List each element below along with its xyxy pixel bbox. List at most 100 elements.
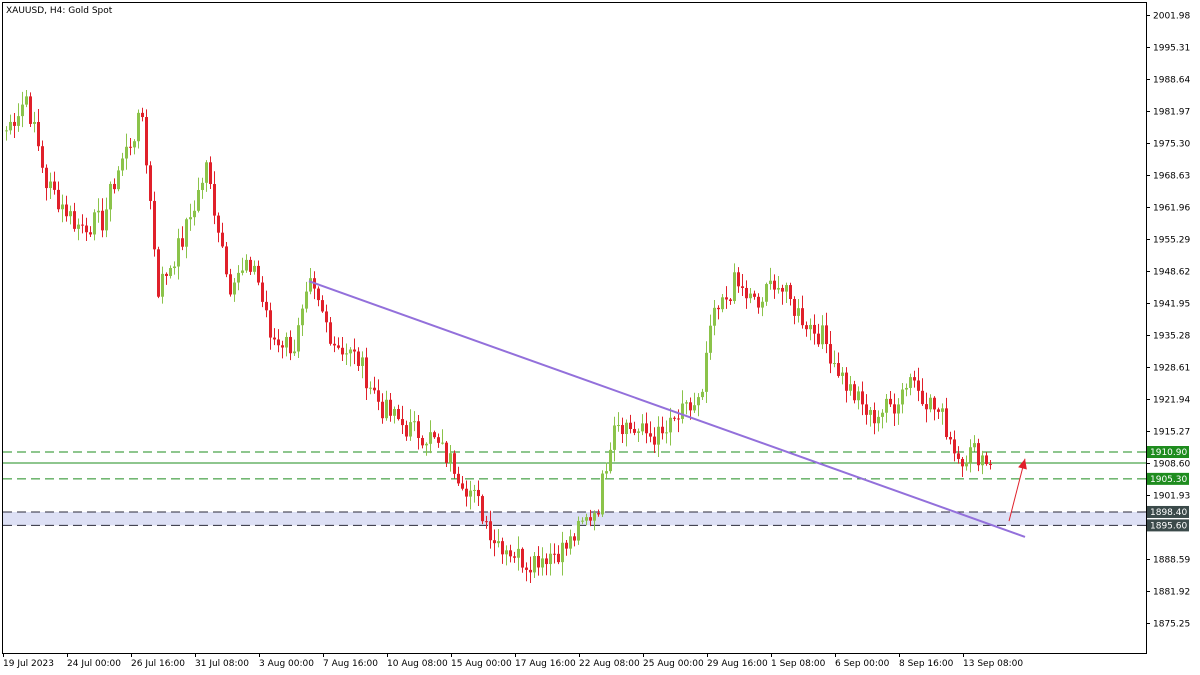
candle-body <box>193 210 196 218</box>
candle-body <box>117 170 120 190</box>
candle-body <box>601 473 604 515</box>
candle-body <box>49 181 52 189</box>
y-tick-label: 1881.92 <box>1153 588 1190 598</box>
candle-body <box>333 343 336 346</box>
candle-body <box>913 377 916 381</box>
candle-body <box>461 483 464 489</box>
y-tick-label: 1948.62 <box>1153 268 1190 278</box>
candle-body <box>893 404 896 414</box>
candle-body <box>629 422 632 429</box>
candle-body <box>13 121 16 126</box>
candle-body <box>949 437 952 440</box>
y-tick-label: 1888.59 <box>1153 556 1190 566</box>
candle-body <box>397 409 400 420</box>
candle-body <box>577 520 580 541</box>
y-tick-label: 1941.95 <box>1153 300 1190 310</box>
candle-body <box>869 410 872 415</box>
candle-body <box>369 387 372 389</box>
candle-body <box>405 425 408 437</box>
y-tick-label: 1975.30 <box>1153 140 1190 150</box>
symbol-label: XAUUSD <box>6 6 44 16</box>
candle-body <box>73 211 76 229</box>
candle-body <box>785 285 788 292</box>
price-tag: 1905.30 <box>1147 472 1189 485</box>
candle-body <box>929 397 932 410</box>
candle <box>153 191 156 257</box>
candle-body <box>21 104 24 117</box>
candle-body <box>937 409 940 412</box>
x-tick-label: 24 Jul 00:00 <box>67 659 121 669</box>
candle-body <box>861 391 864 405</box>
candle-body <box>5 130 8 132</box>
candle-body <box>361 357 364 366</box>
candle-body <box>337 345 340 348</box>
candle-body <box>45 167 48 189</box>
candle-body <box>829 344 832 364</box>
candle-body <box>633 428 636 433</box>
candle-body <box>281 345 284 348</box>
y-tick-label: 1955.29 <box>1153 236 1190 246</box>
candle-body <box>857 391 860 401</box>
x-tick-label: 7 Aug 16:00 <box>323 659 378 669</box>
x-tick-label: 3 Aug 00:00 <box>259 659 314 669</box>
candle-body <box>409 422 412 437</box>
price-tag: 1898.40 <box>1147 505 1189 518</box>
candle-body <box>161 273 164 297</box>
x-tick-label: 22 Aug 08:00 <box>579 659 640 669</box>
candle-body <box>469 490 472 497</box>
x-tick-label: 25 Aug 00:00 <box>643 659 704 669</box>
y-tick-label: 1988.64 <box>1153 76 1190 86</box>
candle-body <box>485 521 488 523</box>
candle-body <box>201 182 204 191</box>
price-chart[interactable]: XAUUSD, H4: Gold Spot 2001.98 1995.31 1988… <box>0 0 1200 675</box>
candle-body <box>817 333 820 345</box>
candle-body <box>825 325 828 345</box>
candle-body <box>797 308 800 316</box>
candle <box>157 246 160 299</box>
candle-body <box>649 433 652 437</box>
candle-body <box>581 520 584 522</box>
candle-body <box>289 336 292 354</box>
candle-body <box>109 183 112 210</box>
x-tick-label: 8 Sep 16:00 <box>899 659 954 669</box>
candle-body <box>317 288 320 301</box>
y-tick-label: 1908.60 <box>1153 460 1190 470</box>
candle <box>225 242 228 278</box>
candle-body <box>385 399 388 419</box>
candle-body <box>373 387 376 391</box>
chart-title: XAUUSD, H4: Gold Spot <box>6 6 113 16</box>
candle-body <box>749 293 752 299</box>
candle-body <box>821 325 824 345</box>
candle-body <box>845 372 848 391</box>
candle-body <box>297 325 300 352</box>
candle-body <box>909 377 912 388</box>
candle <box>29 92 32 127</box>
candle-body <box>593 513 596 521</box>
candle-body <box>957 453 960 459</box>
candle-body <box>53 181 56 190</box>
candle-body <box>881 412 884 417</box>
candle-body <box>353 349 356 352</box>
candle-body <box>781 287 784 292</box>
candle-body <box>757 296 760 308</box>
y-tick-label: 1875.25 <box>1153 620 1190 630</box>
candle-body <box>393 409 396 416</box>
candle-body <box>389 399 392 416</box>
candle-body <box>977 443 980 466</box>
candle <box>145 109 148 174</box>
candle-body <box>537 556 540 568</box>
candle-body <box>81 224 84 226</box>
candle-body <box>697 397 700 406</box>
candle-body <box>569 536 572 549</box>
candle-body <box>521 548 524 568</box>
candle-body <box>33 121 36 124</box>
candle-body <box>493 540 496 544</box>
candle-body <box>973 443 976 448</box>
candle-body <box>561 542 564 563</box>
candle-body <box>505 550 508 555</box>
candle-body <box>145 117 148 166</box>
candle-body <box>149 165 152 201</box>
candle-body <box>517 548 520 558</box>
candle-body <box>169 268 172 276</box>
candle-body <box>101 210 104 231</box>
